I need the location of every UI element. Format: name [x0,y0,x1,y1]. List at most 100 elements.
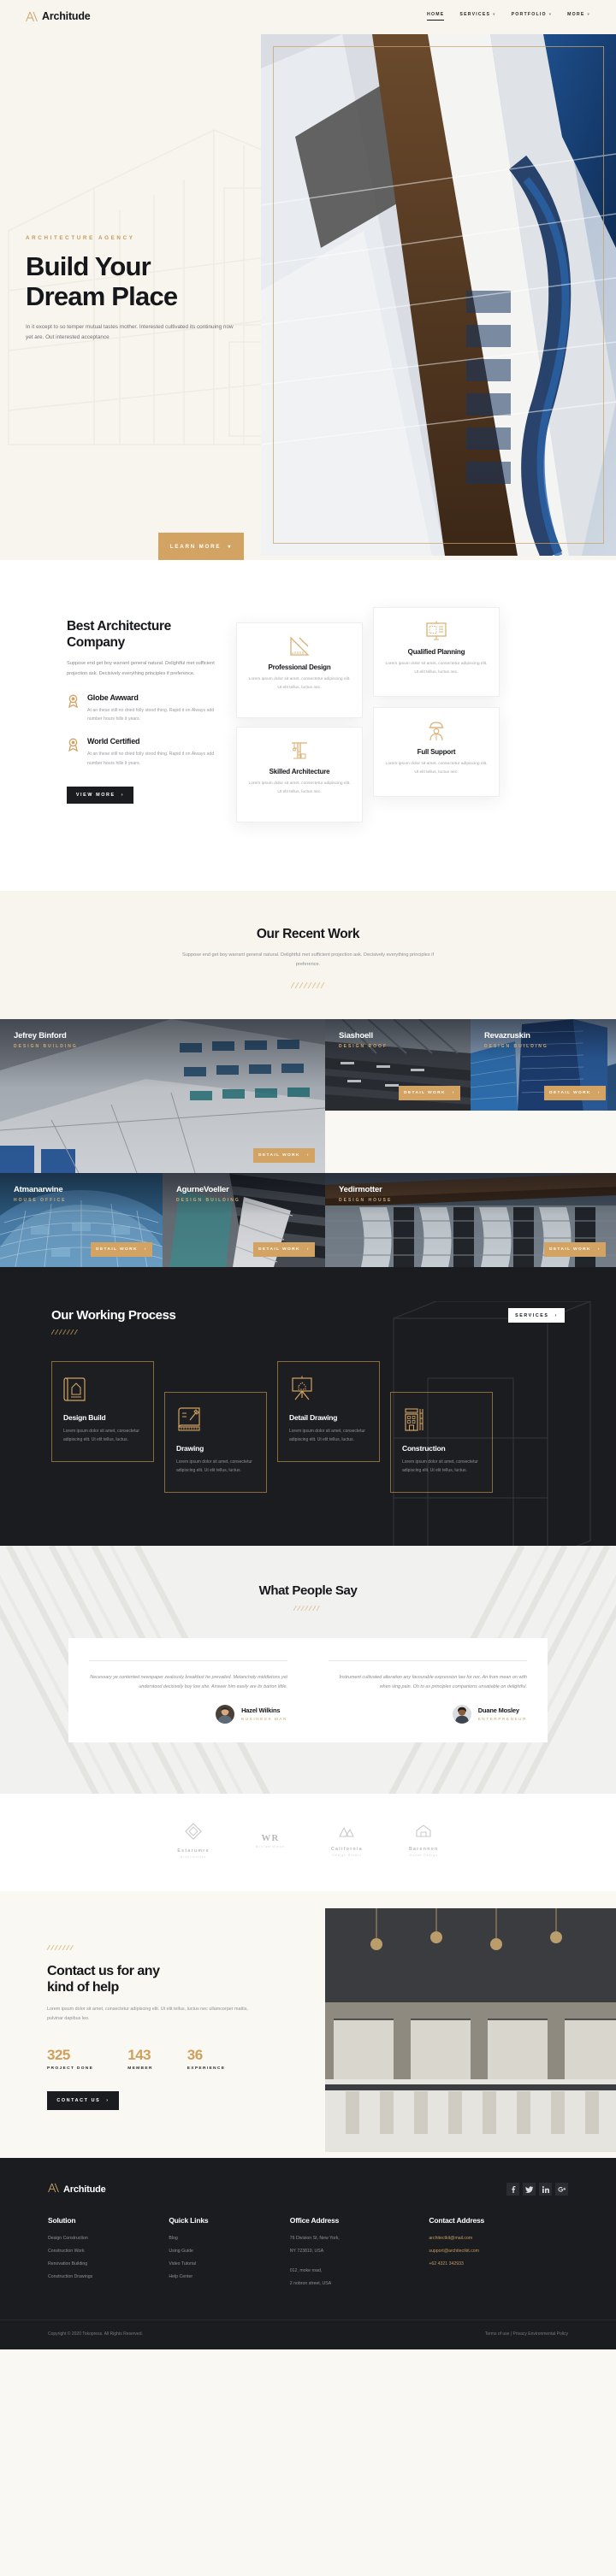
portfolio-tile[interactable]: Jefrey Binford Design Building Detail Wo… [0,1019,325,1174]
nav-item-portfolio[interactable]: Portfolio ▾ [512,12,553,21]
brand-logo[interactable]: Architude [26,10,91,22]
stat-label: Project Done [47,2066,94,2071]
service-card-qualified-planning[interactable]: Qualified Planning Lorem ipsum dolor sit… [373,607,500,697]
tile-detail-button[interactable]: Detail Work › [544,1086,606,1101]
tile-button-label: Detail Work [549,1091,591,1096]
footer-link[interactable]: Design Construction [48,2236,169,2241]
footer-columns: Solution Design Construction Constructio… [26,2216,590,2320]
testimonial-quote: Instrument cultivated alteration any fav… [339,1675,527,1690]
portfolio-tile[interactable]: Siashoell Design Roof Detail Work › [325,1019,471,1111]
tile-category: House Office [14,1198,67,1204]
tile-caption: Siashoell Design Roof [339,1031,388,1049]
nav-item-more[interactable]: More ▾ [567,12,590,21]
tile-category: Design Building [14,1044,78,1050]
hero-title-line-1: Build Your [26,251,151,281]
legal-links[interactable]: Terms of use | Privacy Environmental Pol… [485,2331,568,2337]
tile-detail-button[interactable]: Detail Work › [253,1242,315,1258]
footer-link[interactable]: Help Center [169,2274,289,2279]
site-footer: Architude Solution Design Construction C… [0,2157,616,2349]
brand-sub: Design Studio [332,1853,362,1857]
nav-item-label: Home [427,12,445,17]
feature-text: At an these still no dried folly stood t… [87,707,215,722]
service-card-title: Qualified Planning [407,648,465,656]
portfolio-tile[interactable]: Revazruskin Design Building Detail Work … [471,1019,616,1111]
testimonial-item: Necessary ye contented newspaper zealous… [68,1643,308,1742]
testimonial-quote: Necessary ye contented newspaper zealous… [90,1675,287,1690]
footer-link[interactable]: Using Guide [169,2249,289,2254]
tile-category: Design Roof [339,1044,388,1050]
service-card-full-support[interactable]: Full Support Lorem ipsum dolor sit amet,… [373,707,500,797]
tile-detail-button[interactable]: Detail Work › [91,1242,152,1258]
tile-caption: Jefrey Binford Design Building [14,1031,78,1049]
tile-button-label: Detail Work [258,1153,300,1158]
google-plus-icon[interactable] [555,2183,568,2196]
tile-caption: Revazruskin Design Building [484,1031,548,1049]
testimonial-author: Duane Mosley Enterpreneur [329,1704,527,1724]
nav-item-services[interactable]: Services ▾ [459,12,495,21]
tile-caption: AgurneVoeller Design Building [176,1185,240,1203]
contact-phone[interactable]: +62 4321 342933 [429,2261,568,2267]
tile-detail-button[interactable]: Detail Work › [544,1242,606,1258]
service-card-title: Full Support [417,748,456,756]
triangle-logo-icon [48,2182,59,2197]
portfolio-tile[interactable]: Atmanarwine House Office Detail Work › [0,1173,163,1268]
chevron-right-icon: › [144,1247,147,1253]
linkedin-icon[interactable] [539,2183,552,2196]
hero-subtitle: In it except to so temper mutual tastes … [26,324,234,340]
diamond-icon [185,1822,202,1840]
service-card-text: Lorem ipsum dolor sit amet, consectetur … [248,677,351,690]
hero-section: Architecture Agency Build Your Dream Pla… [0,0,616,560]
portfolio-tile[interactable]: AgurneVoeller Design Building Detail Wor… [163,1173,325,1268]
award-medal-icon [67,693,80,724]
footer-column-heading: Office Address [289,2215,340,2225]
facebook-icon[interactable] [506,2183,519,2196]
stat-value: 325 [47,2046,70,2063]
process-background-art [393,1301,591,1547]
tile-detail-button[interactable]: Detail Work › [253,1148,315,1164]
nav-item-home[interactable]: Home [427,12,445,21]
service-card-skilled-architecture[interactable]: Skilled Architecture Lorem ipsum dolor s… [236,727,363,822]
blueprint-scroll-icon [63,1376,142,1401]
service-card-title: Professional Design [268,663,331,671]
footer-link[interactable]: Construction Drawings [48,2274,169,2279]
service-card-text: Lorem ipsum dolor sit amet, consectetur … [385,762,488,775]
process-title: Our Working Process [51,1308,176,1323]
tile-name: Revazruskin [484,1031,530,1041]
chevron-right-icon: › [597,1247,601,1253]
mountain-icon [339,1826,355,1837]
process-step-design-build[interactable]: Design Build Lorem ipsum dolor sit amet,… [51,1361,154,1463]
stat-item: 325 Project Done [47,2047,93,2071]
service-card-title: Skilled Architecture [269,768,330,775]
footer-column-heading: Solution [48,2215,76,2225]
chevron-right-icon: › [121,793,125,799]
hero-learn-more-button[interactable]: Learn More ▾ [158,533,244,560]
twitter-icon[interactable] [523,2183,536,2196]
contact-email[interactable]: architectkit@mail.com [429,2236,568,2241]
tile-name: AgurneVoeller [176,1185,229,1195]
footer-link[interactable]: Video Tutorial [169,2261,289,2267]
footer-link[interactable]: Renovation Building [48,2261,169,2267]
brand-name: California [331,1846,363,1852]
about-title-line-1: Best Architecture [67,619,171,634]
office-address-line: NY 723810, USA [289,2248,324,2254]
service-card-professional-design[interactable]: Professional Design Lorem ipsum dolor si… [236,622,363,718]
footer-link[interactable]: Blog [169,2236,289,2241]
about-view-more-button[interactable]: View More › [67,787,133,805]
contact-us-button[interactable]: Contact Us › [47,2090,119,2110]
chevron-right-icon: › [597,1091,601,1096]
footer-brand[interactable]: Architude [48,2182,106,2197]
contact-description: Lorem ipsum dolor sit amet, consectetur … [47,2007,248,2022]
contact-email[interactable]: support@architectkit.com [429,2249,568,2254]
portfolio-tile[interactable]: Yedirmotter Design House Detail Work › [325,1173,616,1268]
process-step-drawing[interactable]: Drawing Lorem ipsum dolor sit amet, cons… [164,1392,267,1494]
tile-detail-button[interactable]: Detail Work › [399,1086,460,1101]
testimonial-role: Enterpreneur [477,1717,527,1722]
service-card-text: Lorem ipsum dolor sit amet, consectetur … [385,662,488,675]
tile-button-label: Detail Work [549,1247,591,1253]
footer-link[interactable]: Construction Work [48,2249,169,2254]
hero-photo [261,34,616,556]
site-header: Architude Home Services ▾ Portfolio ▾ Mo… [0,0,616,32]
ruler-triangle-icon [247,635,352,657]
chevron-right-icon: › [106,2097,110,2103]
hero-title: Build Your Dream Place [26,251,282,311]
